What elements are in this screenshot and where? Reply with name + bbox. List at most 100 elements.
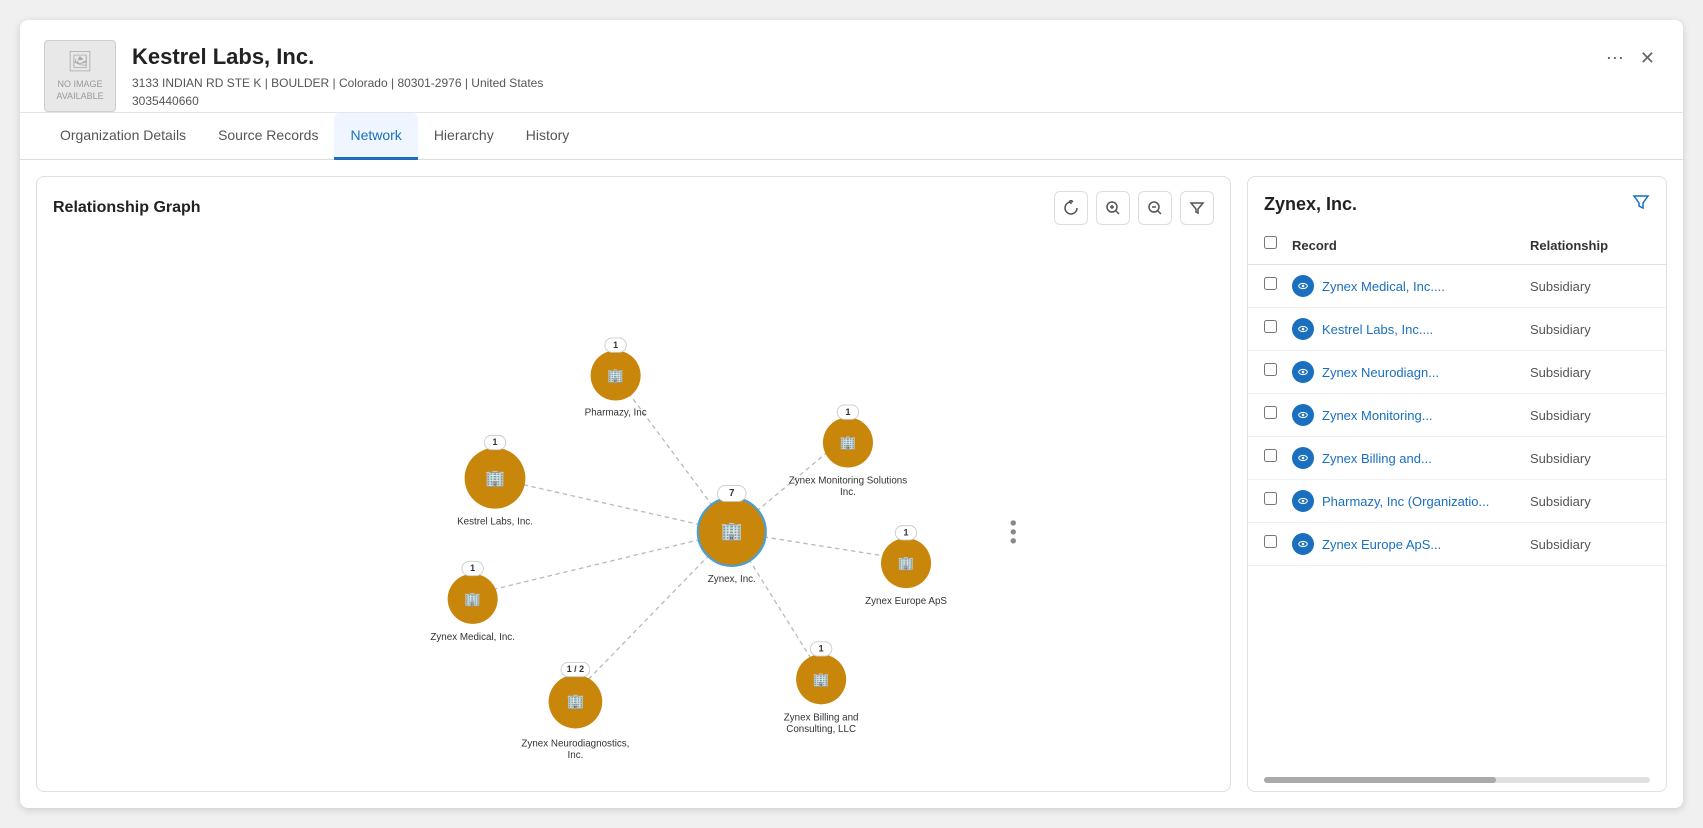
header-actions: ⋯ ✕ <box>1602 40 1659 73</box>
row-name-0[interactable]: Zynex Medical, Inc.... <box>1322 279 1530 294</box>
row-checkbox-0[interactable] <box>1264 277 1292 295</box>
svg-text:1: 1 <box>470 563 475 573</box>
row-name-4[interactable]: Zynex Billing and... <box>1322 451 1530 466</box>
row-check-3[interactable] <box>1264 406 1277 419</box>
tab-source-records[interactable]: Source Records <box>202 113 334 160</box>
row-check-4[interactable] <box>1264 449 1277 462</box>
row-checkbox-1[interactable] <box>1264 320 1292 338</box>
node-kestrel[interactable]: 🏢 1 Kestrel Labs, Inc. <box>457 435 533 527</box>
svg-text:1: 1 <box>493 437 498 447</box>
scrollbar-track <box>1264 777 1650 783</box>
svg-text:Consulting, LLC: Consulting, LLC <box>786 724 856 735</box>
row-check-1[interactable] <box>1264 320 1277 333</box>
image-placeholder-icon: 🖼 <box>67 49 92 75</box>
svg-text:Pharmazy, Inc: Pharmazy, Inc <box>585 408 647 419</box>
view-icon-5[interactable] <box>1292 490 1314 512</box>
filter-icon <box>1189 200 1205 216</box>
refresh-button[interactable] <box>1054 191 1088 225</box>
zoom-in-icon <box>1105 200 1121 216</box>
table-rows: Zynex Medical, Inc.... Subsidiary Kestre… <box>1248 265 1666 769</box>
right-panel-filter-button[interactable] <box>1632 193 1650 216</box>
select-all-checkbox-container[interactable] <box>1264 236 1292 254</box>
right-panel-header: Zynex, Inc. <box>1248 177 1666 216</box>
tab-network[interactable]: Network <box>334 113 417 160</box>
svg-text:Zynex, Inc.: Zynex, Inc. <box>708 574 756 585</box>
more-options-button[interactable]: ⋯ <box>1602 44 1628 73</box>
svg-text:🏢: 🏢 <box>464 591 481 606</box>
right-panel: Zynex, Inc. Record Relationship <box>1247 176 1667 792</box>
row-name-2[interactable]: Zynex Neurodiagn... <box>1322 365 1530 380</box>
row-checkbox-6[interactable] <box>1264 535 1292 553</box>
row-checkbox-3[interactable] <box>1264 406 1292 424</box>
column-header-relationship: Relationship <box>1530 238 1650 253</box>
row-check-0[interactable] <box>1264 277 1277 290</box>
row-eye-6[interactable] <box>1292 533 1314 555</box>
right-panel-title: Zynex, Inc. <box>1264 194 1357 215</box>
view-icon-0[interactable] <box>1292 275 1314 297</box>
close-button[interactable]: ✕ <box>1636 44 1659 73</box>
table-header: Record Relationship <box>1248 226 1666 265</box>
svg-text:🏢: 🏢 <box>485 470 505 488</box>
row-relationship-3: Subsidiary <box>1530 408 1650 423</box>
row-name-5[interactable]: Pharmazy, Inc (Organizatio... <box>1322 494 1530 509</box>
svg-text:1: 1 <box>819 644 824 654</box>
node-zynex-neuro[interactable]: 🏢 1 / 2 Zynex Neurodiagnostics, Inc. <box>521 662 629 761</box>
graph-context-menu-dots[interactable] <box>1011 520 1016 543</box>
eye-svg-6 <box>1297 538 1309 550</box>
row-checkbox-2[interactable] <box>1264 363 1292 381</box>
view-icon-2[interactable] <box>1292 361 1314 383</box>
node-zynex-billing[interactable]: 🏢 1 Zynex Billing and Consulting, LLC <box>784 642 859 735</box>
row-check-2[interactable] <box>1264 363 1277 376</box>
no-image-label: NO IMAGE AVAILABLE <box>45 79 115 102</box>
row-eye-1[interactable] <box>1292 318 1314 340</box>
row-eye-3[interactable] <box>1292 404 1314 426</box>
scrollbar-thumb[interactable] <box>1264 777 1496 783</box>
row-relationship-6: Subsidiary <box>1530 537 1650 552</box>
table-row: Zynex Medical, Inc.... Subsidiary <box>1248 265 1666 308</box>
row-check-6[interactable] <box>1264 535 1277 548</box>
column-header-record: Record <box>1292 238 1530 253</box>
zoom-in-button[interactable] <box>1096 191 1130 225</box>
svg-text:Zynex Neurodiagnostics,: Zynex Neurodiagnostics, <box>521 738 629 749</box>
svg-text:Inc.: Inc. <box>840 487 856 498</box>
svg-text:Zynex Medical, Inc.: Zynex Medical, Inc. <box>430 632 515 643</box>
eye-svg-3 <box>1297 409 1309 421</box>
network-graph-svg[interactable]: 🏢 7 Zynex, Inc. 🏢 1 Kestrel Labs, Inc. <box>37 237 1230 791</box>
view-icon-1[interactable] <box>1292 318 1314 340</box>
svg-text:7: 7 <box>729 488 735 499</box>
right-panel-filter-icon <box>1632 193 1650 211</box>
row-name-6[interactable]: Zynex Europe ApS... <box>1322 537 1530 552</box>
zoom-out-button[interactable] <box>1138 191 1172 225</box>
graph-header: Relationship Graph <box>37 177 1230 239</box>
eye-svg-2 <box>1297 366 1309 378</box>
filter-graph-button[interactable] <box>1180 191 1214 225</box>
row-checkbox-5[interactable] <box>1264 492 1292 510</box>
tab-history[interactable]: History <box>510 113 586 160</box>
svg-text:🏢: 🏢 <box>898 556 915 571</box>
row-checkbox-4[interactable] <box>1264 449 1292 467</box>
view-icon-4[interactable] <box>1292 447 1314 469</box>
tabs-bar: Organization Details Source Records Netw… <box>20 113 1683 160</box>
svg-text:Zynex Monitoring Solutions: Zynex Monitoring Solutions <box>789 476 907 487</box>
header: 🖼 NO IMAGE AVAILABLE Kestrel Labs, Inc. … <box>20 20 1683 113</box>
tab-organization-details[interactable]: Organization Details <box>44 113 202 160</box>
eye-svg-0 <box>1297 280 1309 292</box>
row-eye-2[interactable] <box>1292 361 1314 383</box>
node-zynex[interactable]: 🏢 7 Zynex, Inc. <box>698 485 766 585</box>
row-check-5[interactable] <box>1264 492 1277 505</box>
tab-hierarchy[interactable]: Hierarchy <box>418 113 510 160</box>
node-zynex-medical[interactable]: 🏢 1 Zynex Medical, Inc. <box>430 561 515 643</box>
row-name-1[interactable]: Kestrel Labs, Inc.... <box>1322 322 1530 337</box>
row-eye-0[interactable] <box>1292 275 1314 297</box>
node-zynex-europe[interactable]: 🏢 1 Zynex Europe ApS <box>865 526 947 608</box>
row-eye-5[interactable] <box>1292 490 1314 512</box>
select-all-checkbox[interactable] <box>1264 236 1277 249</box>
company-logo: 🖼 NO IMAGE AVAILABLE <box>44 40 116 112</box>
node-zynex-monitoring[interactable]: 🏢 1 Zynex Monitoring Solutions Inc. <box>789 405 907 498</box>
view-icon-6[interactable] <box>1292 533 1314 555</box>
row-eye-4[interactable] <box>1292 447 1314 469</box>
row-name-3[interactable]: Zynex Monitoring... <box>1322 408 1530 423</box>
view-icon-3[interactable] <box>1292 404 1314 426</box>
svg-text:Inc.: Inc. <box>568 750 584 761</box>
node-pharmazy[interactable]: 🏢 1 Pharmazy, Inc <box>585 338 647 419</box>
